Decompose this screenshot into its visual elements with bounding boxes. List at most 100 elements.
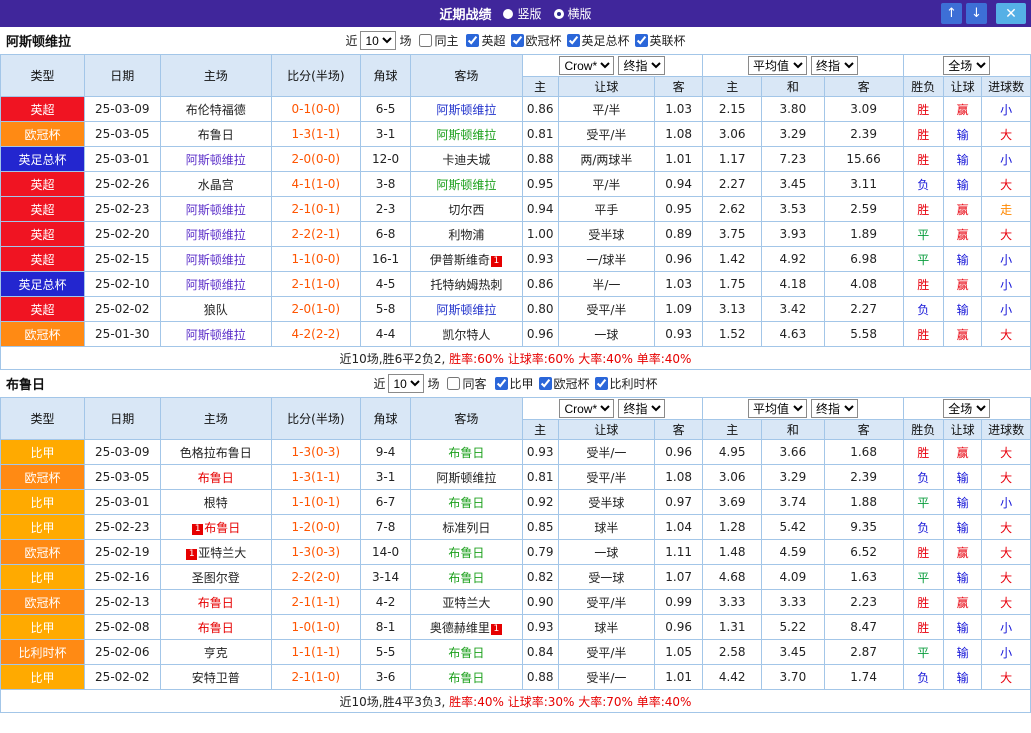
team-link[interactable]: 伊普斯维奇 (430, 253, 490, 267)
average-time-select[interactable]: 终指 (811, 399, 858, 418)
team-link[interactable]: 布鲁日 (198, 471, 234, 485)
league-filter-checkbox[interactable]: 英超 (466, 32, 505, 49)
league-checkbox-input[interactable] (635, 34, 648, 47)
summary-record: 近10场,胜4平3负3, (340, 695, 446, 709)
team-link[interactable]: 标准列日 (442, 521, 490, 535)
move-down-button[interactable]: ↓ (966, 3, 987, 24)
match-count-select[interactable]: 10 (388, 374, 424, 393)
average-select[interactable]: 平均值 (748, 399, 807, 418)
team-link[interactable]: 切尔西 (448, 203, 484, 217)
same-venue-checkbox-input[interactable] (447, 377, 460, 390)
league-filter-checkbox[interactable]: 比甲 (495, 375, 534, 392)
team-link[interactable]: 奥德赫维里 (430, 621, 490, 635)
odds-away-cell: 0.95 (654, 197, 703, 222)
team-link[interactable]: 亨克 (204, 646, 228, 660)
same-venue-checkbox[interactable]: 同主 (419, 32, 458, 49)
team-link[interactable]: 狼队 (204, 303, 228, 317)
team-link[interactable]: 阿斯顿维拉 (186, 153, 246, 167)
league-checkbox-input[interactable] (466, 34, 479, 47)
team-link[interactable]: 阿斯顿维拉 (186, 203, 246, 217)
corners-cell: 7-8 (360, 515, 411, 540)
close-button[interactable]: ✕ (996, 3, 1026, 24)
team-link[interactable]: 布鲁日 (198, 596, 234, 610)
team-link[interactable]: 卡迪夫城 (442, 153, 490, 167)
average-time-select[interactable]: 终指 (811, 56, 858, 75)
match-row: 英足总杯25-02-10阿斯顿维拉2-1(1-0)4-5托特纳姆热刺0.86半/… (1, 272, 1031, 297)
odds-company-select[interactable]: Crow* (559, 399, 614, 418)
team-link[interactable]: 凯尔特人 (442, 328, 490, 342)
team-link[interactable]: 利物浦 (448, 228, 484, 242)
scope-select[interactable]: 全场 (943, 56, 990, 75)
league-filter-checkbox[interactable]: 欧冠杯 (539, 375, 590, 392)
team-link[interactable]: 根特 (204, 496, 228, 510)
scope-select[interactable]: 全场 (943, 399, 990, 418)
league-filter-checkbox[interactable]: 英联杯 (635, 32, 686, 49)
avg-away-cell: 1.74 (824, 665, 903, 690)
layout-radio-horizontal[interactable]: 横版 (554, 5, 592, 22)
league-checkbox-input[interactable] (595, 377, 608, 390)
handicap-result-cell: 输 (943, 297, 981, 322)
team-link[interactable]: 圣图尔登 (192, 571, 240, 585)
handicap-result-cell: 输 (943, 147, 981, 172)
team-link[interactable]: 布鲁日 (448, 446, 484, 460)
match-count-select[interactable]: 10 (360, 31, 396, 50)
odds-home-cell: 0.94 (522, 197, 558, 222)
league-filter-checkbox[interactable]: 欧冠杯 (511, 32, 562, 49)
team-link[interactable]: 阿斯顿维拉 (436, 178, 496, 192)
team-link[interactable]: 阿斯顿维拉 (436, 471, 496, 485)
league-checkbox-input[interactable] (511, 34, 524, 47)
league-type-cell: 英超 (1, 97, 85, 122)
odds-away-cell: 1.01 (654, 665, 703, 690)
odds-time-select[interactable]: 终指 (618, 56, 665, 75)
team-link[interactable]: 阿斯顿维拉 (186, 228, 246, 242)
team-link[interactable]: 布鲁日 (448, 646, 484, 660)
league-filter-checkbox[interactable]: 比利时杯 (595, 375, 658, 392)
result-cell: 平 (903, 247, 943, 272)
team-link[interactable]: 阿斯顿维拉 (186, 328, 246, 342)
team-link[interactable]: 安特卫普 (192, 671, 240, 685)
handicap-result-cell: 赢 (943, 440, 981, 465)
team-link[interactable]: 布鲁日 (448, 571, 484, 585)
league-checkbox-input[interactable] (539, 377, 552, 390)
move-up-button[interactable]: ↑ (941, 3, 962, 24)
home-team-cell: 圣图尔登 (160, 565, 271, 590)
team-link[interactable]: 布鲁日 (448, 496, 484, 510)
league-filter-checkbox[interactable]: 英足总杯 (567, 32, 630, 49)
team-link[interactable]: 亚特兰大 (442, 596, 490, 610)
titlebar-center: 近期战绩 竖版 横版 (439, 4, 591, 23)
match-row: 比甲25-02-16圣图尔登2-2(2-0)3-14布鲁日0.82受一球1.07… (1, 565, 1031, 590)
average-select[interactable]: 平均值 (748, 56, 807, 75)
league-checkbox-input[interactable] (567, 34, 580, 47)
league-checkbox-input[interactable] (495, 377, 508, 390)
team-link[interactable]: 亚特兰大 (198, 546, 246, 560)
team-link[interactable]: 色格拉布鲁日 (180, 446, 252, 460)
league-checkbox-label: 欧冠杯 (526, 32, 562, 49)
odds-home-cell: 0.81 (522, 465, 558, 490)
team-link[interactable]: 阿斯顿维拉 (186, 253, 246, 267)
table-header: 类型日期主场比分(半场)角球客场Crow*终指平均值终指全场主让球客主和客胜负让… (1, 398, 1031, 440)
team-link[interactable]: 阿斯顿维拉 (186, 278, 246, 292)
team-link[interactable]: 布鲁日 (198, 621, 234, 635)
team-link[interactable]: 布鲁日 (204, 521, 240, 535)
team-link[interactable]: 布鲁日 (198, 128, 234, 142)
team-link[interactable]: 布伦特福德 (186, 103, 246, 117)
avg-draw-cell: 3.29 (762, 122, 825, 147)
team-link[interactable]: 布鲁日 (448, 546, 484, 560)
result-cell: 胜 (903, 97, 943, 122)
column-header: 进球数 (982, 420, 1031, 440)
result-cell: 平 (903, 222, 943, 247)
same-venue-checkbox-input[interactable] (419, 34, 432, 47)
team-link[interactable]: 阿斯顿维拉 (436, 128, 496, 142)
team-link[interactable]: 布鲁日 (448, 671, 484, 685)
handicap-result-cell: 赢 (943, 590, 981, 615)
team-link[interactable]: 托特纳姆热刺 (430, 278, 502, 292)
team-link[interactable]: 阿斯顿维拉 (436, 103, 496, 117)
odds-time-select[interactable]: 终指 (618, 399, 665, 418)
column-header: 客场 (411, 398, 522, 440)
odds-company-select[interactable]: Crow* (559, 56, 614, 75)
result-cell: 胜 (903, 147, 943, 172)
layout-radio-vertical[interactable]: 竖版 (503, 5, 541, 22)
same-venue-checkbox[interactable]: 同客 (447, 375, 486, 392)
team-link[interactable]: 阿斯顿维拉 (436, 303, 496, 317)
team-link[interactable]: 水晶宫 (198, 178, 234, 192)
